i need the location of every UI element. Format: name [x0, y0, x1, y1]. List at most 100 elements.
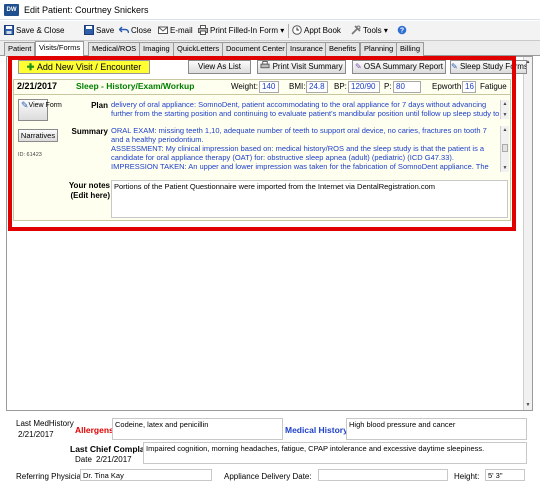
save-label: Save: [96, 26, 115, 35]
tab-quickletters[interactable]: QuickLetters: [173, 42, 224, 56]
window-title: Edit Patient: Courtney Snickers: [24, 5, 149, 15]
weight-label: Weight:: [231, 82, 258, 91]
close-label: Close: [131, 26, 152, 35]
visit-date: 2/21/2017: [17, 81, 58, 91]
save-close-button[interactable]: Save & Close: [4, 24, 64, 38]
print-visit-summary-label: Print Visit Summary: [272, 62, 343, 71]
tools-menu[interactable]: Tools ▾: [351, 24, 388, 38]
tab-planning[interactable]: Planning: [360, 42, 398, 56]
tab-bar: Patient Visits/Forms Medical/ROS Imaging…: [0, 41, 540, 57]
view-form-label: View Form: [28, 102, 62, 109]
tools-dropdown-icon: ▾: [383, 26, 388, 35]
tab-benefits[interactable]: Benefits: [325, 42, 361, 56]
scroll-down-icon[interactable]: ▼: [502, 112, 508, 118]
appt-book-button[interactable]: Appt Book: [292, 24, 341, 38]
scroll-up-icon[interactable]: ▲: [502, 101, 508, 107]
chief-complaints-text: Impaired cognition, morning headaches, f…: [146, 444, 485, 453]
summary-label: Summary: [71, 127, 108, 136]
title-bar: DW Edit Patient: Courtney Snickers: [0, 0, 540, 20]
toolbar-separator: [288, 24, 289, 38]
edit-icon: ✎: [21, 100, 29, 110]
svg-text:?: ?: [400, 28, 404, 35]
print-form-label: Print Filled-In Form: [210, 26, 279, 35]
printer-icon: [198, 25, 208, 35]
osa-summary-report-button[interactable]: ✎ OSA Summary Report: [352, 60, 446, 74]
pulse-value[interactable]: 80: [393, 81, 421, 93]
notes-field[interactable]: Portions of the Patient Questionnaire we…: [111, 180, 508, 218]
sleep-study-forms-label: Sleep Study Forms: [459, 62, 527, 71]
print-form-button[interactable]: Print Filled-In Form ▾: [198, 24, 284, 38]
scroll-thumb[interactable]: [502, 144, 508, 152]
help-icon: ?: [397, 25, 407, 35]
view-form-button[interactable]: ✎ View Form: [18, 99, 62, 121]
pulse-label: P:: [384, 82, 392, 91]
epworth-value[interactable]: 16: [462, 81, 476, 93]
chief-date-label: Date: [75, 455, 92, 464]
tab-billing[interactable]: Billing: [396, 42, 425, 56]
print-visit-summary-button[interactable]: Print Visit Summary: [257, 60, 346, 74]
scroll-down-icon[interactable]: ▼: [502, 165, 508, 171]
appliance-delivery-field[interactable]: [318, 469, 448, 481]
save-icon: [84, 25, 94, 35]
add-visit-label: Add New Visit / Encounter: [36, 62, 142, 72]
clock-icon: [292, 25, 302, 35]
allergens-text: Codeine, latex and penicillin: [115, 420, 209, 429]
chief-complaints-field[interactable]: Impaired cognition, morning headaches, f…: [143, 442, 527, 464]
visit-type: Sleep - History/Exam/Workup: [76, 81, 195, 91]
tab-imaging[interactable]: Imaging: [139, 42, 174, 56]
tab-patient[interactable]: Patient: [4, 42, 36, 56]
close-button[interactable]: Close: [119, 24, 151, 38]
medical-history-label: Medical History: [285, 425, 348, 435]
summary-text[interactable]: ORAL EXAM: missing teeth 1,10, adequate …: [111, 126, 500, 172]
weight-value[interactable]: 140: [259, 81, 279, 93]
medical-history-field[interactable]: High blood pressure and cancer: [346, 418, 527, 440]
epworth-label: Epworth: [432, 82, 462, 91]
patient-history-panel: Last MedHistory 2/21/2017 Allergens Code…: [13, 416, 527, 481]
visit-details: ✎ View Form Narratives ID: 61423 Plan del…: [13, 95, 511, 221]
notes-label: Your notes (Edit here): [68, 181, 110, 200]
save-close-icon: [4, 25, 14, 35]
scroll-up-icon[interactable]: ▲: [502, 127, 508, 133]
bmi-value[interactable]: 24.8: [306, 81, 328, 93]
referring-physician-text: Dr. Tina Kay: [83, 471, 124, 480]
notes-text: Portions of the Patient Questionnaire we…: [114, 182, 435, 191]
allergens-label: Allergens: [75, 425, 114, 435]
plan-label: Plan: [91, 101, 108, 110]
tab-medical-ros[interactable]: Medical/ROS: [88, 42, 141, 56]
print-form-dropdown-icon: ▾: [280, 26, 285, 35]
bp-label: BP:: [334, 82, 347, 91]
toolbar: Save & Close Save Close E-mail Print Fil…: [0, 21, 540, 41]
chief-date: 2/21/2017: [96, 455, 132, 464]
scroll-down-icon[interactable]: ▼: [525, 402, 531, 408]
pencil-icon: ✎: [451, 62, 458, 71]
epworth-description: Fatigue: [480, 82, 507, 91]
medical-history-text: High blood pressure and cancer: [349, 420, 456, 429]
visit-id: ID: 61423: [18, 152, 42, 158]
referring-physician-field[interactable]: Dr. Tina Kay: [80, 469, 212, 481]
sleep-study-forms-button[interactable]: ✎ Sleep Study Forms: [450, 60, 527, 74]
tab-document-center[interactable]: Document Center: [222, 42, 289, 56]
bp-value[interactable]: 120/90: [348, 81, 380, 93]
save-close-label: Save & Close: [16, 26, 65, 35]
bmi-label: BMI:: [289, 82, 306, 91]
save-button[interactable]: Save: [84, 24, 114, 38]
tab-visits-forms[interactable]: Visits/Forms: [35, 41, 85, 57]
app-icon: DW: [4, 4, 19, 16]
narratives-button[interactable]: Narratives: [18, 129, 58, 142]
plan-text[interactable]: delivery of oral appliance: SomnoDent, p…: [111, 100, 500, 119]
visit-header-row[interactable]: 2/21/2017 Sleep - History/Exam/Workup We…: [13, 79, 511, 95]
height-field[interactable]: 5' 3": [485, 469, 525, 481]
osa-summary-report-label: OSA Summary Report: [363, 62, 444, 71]
email-button[interactable]: E-mail: [158, 24, 193, 38]
allergens-field[interactable]: Codeine, latex and penicillin: [112, 418, 283, 440]
tools-label: Tools: [363, 26, 382, 35]
plan-scrollbar[interactable]: ▲ ▼: [500, 100, 509, 119]
report-icon: ✎: [354, 62, 362, 71]
tab-insurance[interactable]: Insurance: [286, 42, 327, 56]
tools-icon: [351, 25, 361, 35]
summary-scrollbar[interactable]: ▲ ▼: [500, 126, 509, 172]
view-as-list-button[interactable]: View As List: [188, 60, 251, 74]
help-button[interactable]: ?: [397, 24, 409, 38]
panel-scrollbar[interactable]: ▲ ▼: [523, 57, 532, 410]
add-visit-button[interactable]: ✚ Add New Visit / Encounter: [18, 60, 150, 74]
